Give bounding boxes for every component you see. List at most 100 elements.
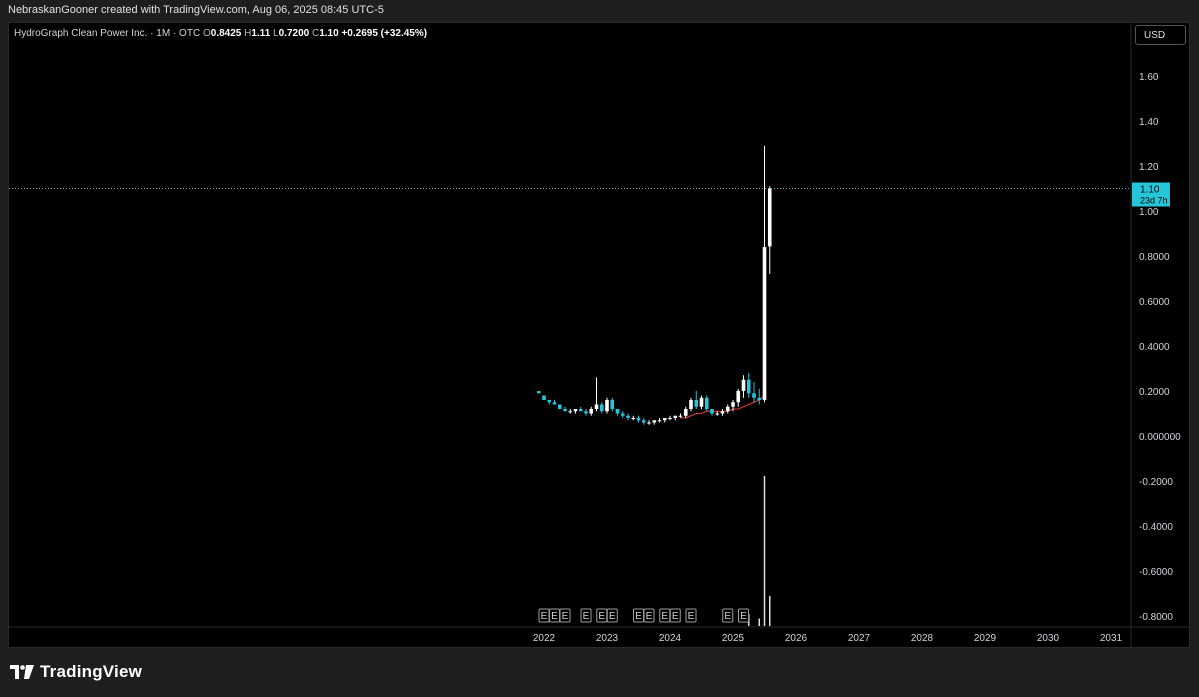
candle-body [741, 379, 746, 391]
y-tick-label: 0.8000 [1139, 252, 1170, 263]
earnings-marker[interactable]: E [538, 608, 550, 623]
x-tick-label: 2029 [974, 633, 997, 644]
earnings-marker[interactable]: E [580, 608, 592, 623]
tradingview-logo-icon [10, 665, 34, 679]
candle [752, 382, 756, 403]
candle [599, 402, 604, 414]
candle-body [631, 418, 636, 419]
x-tick-label: 2026 [785, 633, 808, 644]
candle-body [563, 409, 567, 412]
currency-button[interactable]: USD [1135, 25, 1186, 45]
candle [636, 415, 641, 423]
earnings-marker[interactable]: E [606, 608, 618, 623]
candle-body [536, 391, 541, 394]
candle-body [589, 409, 594, 414]
volume-bars [748, 476, 771, 626]
candle [741, 375, 746, 398]
candle [641, 418, 646, 425]
candle-body [720, 411, 725, 414]
candle-body [594, 404, 599, 409]
candle [542, 395, 546, 400]
price-axis[interactable]: 1.60 1.40 1.20 1.00 0.8000 0.6000 0.4000 0.2000… [1139, 72, 1181, 623]
candle-body [557, 404, 562, 409]
earnings-marker-label: E [609, 611, 616, 622]
tradingview-brand: TradingView [40, 662, 143, 681]
candle-body [746, 379, 751, 394]
earnings-marker[interactable]: E [559, 608, 571, 623]
candle-body [704, 397, 709, 409]
x-tick-label: 2031 [1100, 633, 1123, 644]
x-tick-label: 2030 [1037, 633, 1060, 644]
candle-body [641, 420, 646, 423]
x-tick-label: 2024 [659, 633, 682, 644]
earnings-markers[interactable]: EEEEEEEEEEEEE [538, 608, 749, 623]
candle-body [552, 402, 557, 405]
candle-body [584, 411, 588, 414]
earnings-marker[interactable]: E [659, 608, 671, 623]
last-price-tag: 1.1023d 7h [1132, 182, 1170, 207]
candle [668, 415, 672, 421]
axis-separators [9, 23, 1189, 648]
candle-body [568, 411, 573, 413]
candle-body [683, 409, 688, 416]
earnings-marker[interactable]: E [722, 608, 734, 623]
earnings-marker-label: E [583, 611, 590, 622]
earnings-marker[interactable]: E [596, 608, 608, 623]
candle-body [599, 404, 604, 412]
earnings-marker-label: E [598, 611, 605, 622]
candle-body [547, 400, 552, 403]
candle [552, 400, 557, 405]
change-value: +0.2695 (+32.45%) [341, 28, 428, 39]
last-price-value: 1.10 [1140, 185, 1160, 196]
candle [699, 395, 704, 409]
candle-body [542, 395, 546, 400]
y-tick-label: 1.00 [1139, 207, 1159, 218]
candle-body [731, 402, 735, 407]
candle [584, 409, 588, 416]
candle [683, 406, 688, 418]
candle-body [578, 409, 583, 412]
candle [725, 404, 730, 414]
earnings-marker[interactable]: E [685, 608, 697, 623]
bar-countdown: 23d 7h [1140, 196, 1168, 206]
time-axis[interactable]: 2022 2023 2024 2025 2026 2027 2028 2029 2030 2031 [533, 633, 1123, 644]
earnings-marker[interactable]: E [549, 608, 560, 623]
x-tick-label: 2028 [911, 633, 934, 644]
candle-body [615, 409, 620, 414]
candle-body [636, 418, 641, 421]
y-tick-label: 1.60 [1139, 72, 1159, 83]
earnings-marker[interactable]: E [669, 608, 681, 623]
candle [715, 411, 720, 416]
earnings-marker[interactable]: E [643, 608, 655, 623]
candle [573, 409, 578, 414]
candle [736, 388, 741, 407]
x-tick-label: 2022 [533, 633, 556, 644]
earnings-marker[interactable]: E [738, 608, 749, 623]
symbol-name: HydroGraph Clean Power Inc. · 1M · OTC [14, 28, 201, 39]
candlestick-chart[interactable]: 1.60 1.40 1.20 1.00 0.8000 0.6000 0.4000 0.2000… [0, 0, 1199, 697]
earnings-marker-label: E [541, 611, 548, 622]
candle-body [757, 397, 762, 400]
candle [615, 409, 620, 416]
symbol-legend: HydroGraph Clean Power Inc. · 1M · OTC O… [14, 28, 427, 39]
candle-body [573, 409, 578, 412]
high-value: 1.11 [251, 28, 271, 39]
candle [657, 418, 662, 423]
earnings-marker-label: E [724, 611, 731, 622]
candle [673, 415, 678, 421]
earnings-marker-label: E [661, 611, 668, 622]
x-tick-label: 2023 [596, 633, 619, 644]
earnings-marker[interactable]: E [633, 608, 644, 623]
y-tick-label: 1.40 [1139, 117, 1159, 128]
earnings-marker-label: E [740, 611, 747, 622]
candle-body [736, 391, 741, 403]
candle-body [673, 415, 678, 418]
candle [631, 415, 636, 421]
candle [594, 377, 599, 412]
y-tick-label: 1.20 [1139, 162, 1159, 173]
open-label: O [202, 28, 211, 39]
candle [704, 395, 709, 412]
candle-body [689, 400, 693, 409]
candle [589, 406, 594, 416]
tradingview-logo[interactable]: TradingView [10, 662, 142, 682]
